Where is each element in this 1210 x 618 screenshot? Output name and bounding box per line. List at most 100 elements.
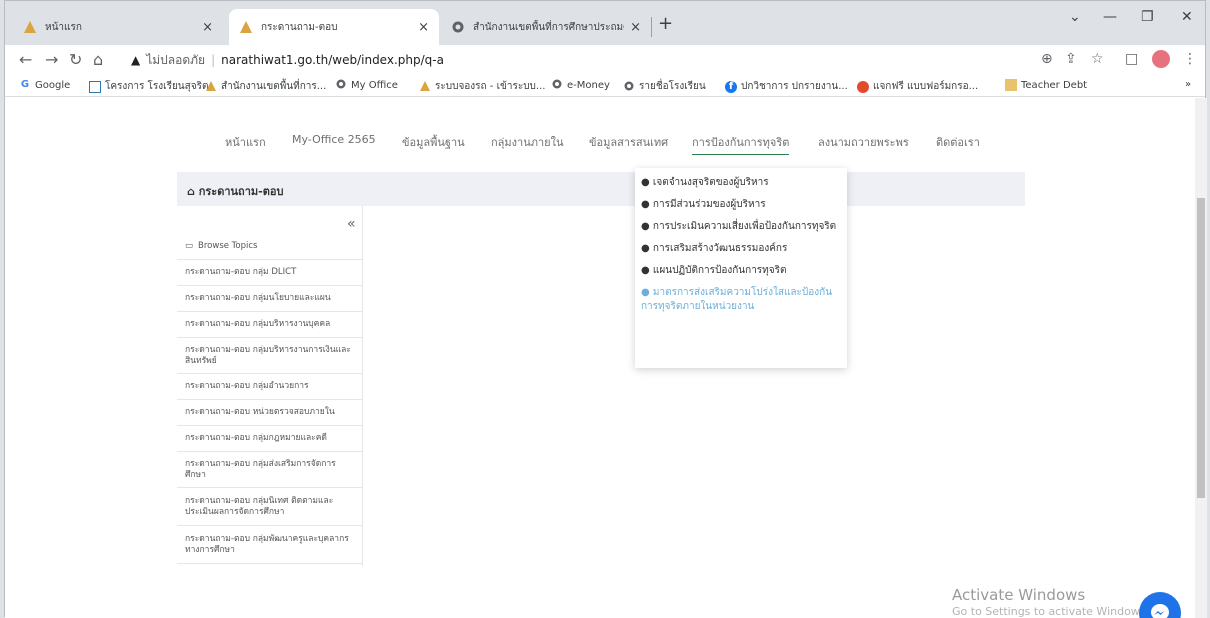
list-item[interactable]: กระดานถาม-ตอบ กลุ่มพัฒนาครูและบุคลากรทาง…	[177, 526, 363, 564]
messenger-icon[interactable]	[1139, 592, 1181, 618]
tab-qa[interactable]: กระดานถาม-ตอบ ×	[229, 9, 439, 45]
table-icon	[89, 80, 101, 93]
new-tab-button[interactable]: +	[658, 13, 673, 34]
dropdown-item[interactable]: ● การประเมินความเสี่ยงเพื่อป้องกันการทุจ…	[641, 220, 841, 234]
home-icon[interactable]: ⌂	[93, 50, 103, 69]
bullet-icon: ●	[641, 177, 650, 188]
globe-icon	[623, 81, 635, 93]
main-menu: หน้าแรก My-Office 2565 ข้อมูลพื้นฐาน กลุ…	[5, 133, 1195, 155]
tab-home[interactable]: หน้าแรก ×	[13, 9, 223, 45]
close-icon[interactable]: ×	[202, 20, 213, 35]
insecure-label: ไม่ปลอดภัย	[146, 52, 206, 67]
dropdown-item[interactable]: ● การมีส่วนร่วมของผู้บริหาร	[641, 198, 841, 212]
menu-item-information[interactable]: ข้อมูลสารสนเทศ	[589, 133, 668, 151]
dropdown-item-label: การประเมินความเสี่ยงเพื่อป้องกันการทุจริ…	[652, 221, 837, 232]
bookmark-free-forms[interactable]: แจกฟรี แบบฟอร์มกรอ...	[857, 79, 978, 94]
page-title: กระดานถาม-ตอบ	[198, 185, 284, 198]
tab-title: หน้าแรก	[45, 21, 82, 33]
breadcrumb: ⌂ กระดานถาม-ตอบ	[177, 172, 1025, 206]
avatar[interactable]	[1152, 50, 1170, 68]
home-icon[interactable]: ⌂	[187, 185, 195, 198]
tab-search-button[interactable]: ⌄	[1069, 9, 1081, 25]
tab-title: กระดานถาม-ตอบ	[261, 21, 338, 33]
bookmark-my-office[interactable]: My Office	[335, 79, 398, 91]
menu-item-my-office[interactable]: My-Office 2565	[292, 133, 376, 146]
list-item[interactable]: กระดานถาม-ตอบ กลุ่ม DLICT	[177, 260, 363, 286]
menu-icon[interactable]: ⋮	[1183, 51, 1197, 67]
list-item[interactable]: กระดานถาม-ตอบ กลุ่มส่งเสริมการจัดการศึกษ…	[177, 452, 363, 488]
site-logo-icon	[23, 20, 37, 34]
close-window-button[interactable]: ✕	[1181, 9, 1193, 25]
sidebar: « ▭ Browse Topics กระดานถาม-ตอบ กลุ่ม DL…	[177, 206, 363, 566]
browse-topics-label: Browse Topics	[198, 241, 258, 251]
toolbar: ← → ↻ ⌂ ▲ ไม่ปลอดภัย | narathiwat1.go.th…	[5, 45, 1205, 75]
logo-icon	[857, 80, 869, 93]
globe-icon	[551, 79, 563, 91]
bookmark-school-list[interactable]: รายชื่อโรงเรียน	[623, 79, 706, 94]
tab-office[interactable]: สำนักงานเขตพื้นที่การศึกษาประถมศึก ×	[441, 9, 651, 45]
bullet-icon: ●	[641, 221, 650, 232]
bookmark-car-booking[interactable]: ระบบจองรถ - เข้าระบบ...	[419, 79, 545, 94]
bookmark-area-office[interactable]: สำนักงานเขตพื้นที่การ...	[205, 79, 326, 94]
scrollbar-thumb[interactable]	[1197, 198, 1205, 498]
dropdown-item[interactable]: ● แผนปฏิบัติการป้องกันการทุจริต	[641, 264, 841, 278]
menu-item-basic-info[interactable]: ข้อมูลพื้นฐาน	[402, 133, 465, 151]
site-logo-icon	[239, 20, 253, 34]
minimize-button[interactable]: —	[1103, 9, 1117, 25]
list-item[interactable]: กระดานถาม-ตอบ กลุ่มอำนวยการ	[177, 374, 363, 400]
browser-window: หน้าแรก × กระดานถาม-ตอบ × สำนักงานเขตพื้…	[4, 0, 1207, 618]
bookmark-e-money[interactable]: e-Money	[551, 79, 610, 91]
bookmark-label: รายชื่อโรงเรียน	[639, 81, 706, 92]
bookmark-label: Teacher Debt	[1021, 79, 1088, 91]
list-item[interactable]: กระดานถาม-ตอบ กลุ่มนโยบายและแผน	[177, 286, 363, 312]
zoom-icon[interactable]: ⊕	[1041, 51, 1053, 67]
list-item[interactable]: กระดานถาม-ตอบ กลุ่มกฎหมายและคดี	[177, 426, 363, 452]
page-content: หน้าแรก My-Office 2565 ข้อมูลพื้นฐาน กลุ…	[5, 98, 1195, 618]
list-item[interactable]: กระดานถาม-ตอบ กลุ่มนิเทศ ติดตามและประเมิ…	[177, 488, 363, 526]
tab-separator	[651, 17, 652, 37]
bookmark-honest-school[interactable]: โครงการ โรงเรียนสุจริต	[89, 79, 208, 94]
bookmark-label: ระบบจองรถ - เข้าระบบ...	[435, 81, 546, 92]
globe-icon	[335, 79, 347, 91]
menu-item-royal-wishes[interactable]: ลงนามถวายพระพร	[818, 133, 909, 151]
back-arrow-icon[interactable]: ←	[19, 50, 32, 69]
dropdown-item-label: การเสริมสร้างวัฒนธรรมองค์กร	[652, 243, 788, 254]
scrollbar[interactable]	[1195, 98, 1207, 618]
activate-windows-subtitle: Go to Settings to activate Windows.	[952, 605, 1150, 618]
bookmark-label: โครงการ โรงเรียนสุจริต	[105, 81, 209, 92]
menu-item-home[interactable]: หน้าแรก	[225, 133, 266, 151]
collapse-sidebar-button[interactable]: «	[347, 216, 356, 232]
list-item[interactable]: กระดานถาม-ตอบ หน่วยตรวจสอบภายใน	[177, 400, 363, 426]
bullet-icon: ●	[641, 243, 650, 254]
anti-corruption-dropdown: ● เจตจำนงสุจริตของผู้บริหาร ● การมีส่วนร…	[635, 168, 847, 368]
menu-item-anti-corruption[interactable]: การป้องกันการทุจริต	[692, 133, 790, 155]
tab-title: สำนักงานเขตพื้นที่การศึกษาประถมศึก	[473, 21, 625, 33]
bookmark-label: My Office	[351, 79, 398, 91]
folder-icon	[1005, 79, 1017, 91]
close-icon[interactable]: ×	[418, 20, 429, 35]
bookmark-teacher-debt[interactable]: Teacher Debt	[1005, 79, 1087, 91]
share-icon[interactable]: ⇪	[1065, 51, 1077, 67]
bookmark-google[interactable]: G Google	[19, 79, 70, 91]
bookmark-report-covers[interactable]: f ปกวิชาการ ปกรายงาน...	[725, 79, 848, 94]
bookmark-label: Google	[35, 79, 71, 91]
bookmarks-overflow-button[interactable]: »	[1185, 79, 1191, 90]
dropdown-item[interactable]: ● การเสริมสร้างวัฒนธรรมองค์กร	[641, 242, 841, 256]
star-icon[interactable]: ☆	[1091, 51, 1104, 67]
list-item[interactable]: กระดานถาม-ตอบ กลุ่มบริหารงานการเงินและสิ…	[177, 338, 363, 374]
restore-button[interactable]: ❐	[1141, 9, 1154, 25]
tab-strip: หน้าแรก × กระดานถาม-ตอบ × สำนักงานเขตพื้…	[5, 1, 1205, 45]
bookmark-label: สำนักงานเขตพื้นที่การ...	[221, 81, 327, 92]
dropdown-item[interactable]: ● มาตรการส่งเสริมความโปร่งใสและป้องกันกา…	[641, 286, 841, 314]
close-icon[interactable]: ×	[630, 20, 641, 35]
address-bar[interactable]: ▲ ไม่ปลอดภัย | narathiwat1.go.th/web/ind…	[131, 48, 1131, 72]
side-panel-icon[interactable]: □	[1125, 51, 1138, 67]
menu-item-contact[interactable]: ติดต่อเรา	[936, 133, 980, 151]
menu-item-internal-groups[interactable]: กลุ่มงานภายใน	[491, 133, 563, 151]
browse-topics[interactable]: ▭ Browse Topics	[177, 234, 363, 260]
list-item[interactable]: กระดานถาม-ตอบ กลุ่มบริหารงานบุคคล	[177, 312, 363, 338]
reload-icon[interactable]: ↻	[69, 50, 82, 69]
bookmarks-bar: G Google โครงการ โรงเรียนสุจริต สำนักงาน…	[5, 75, 1205, 97]
dropdown-item[interactable]: ● เจตจำนงสุจริตของผู้บริหาร	[641, 176, 841, 190]
forward-arrow-icon[interactable]: →	[45, 50, 58, 69]
